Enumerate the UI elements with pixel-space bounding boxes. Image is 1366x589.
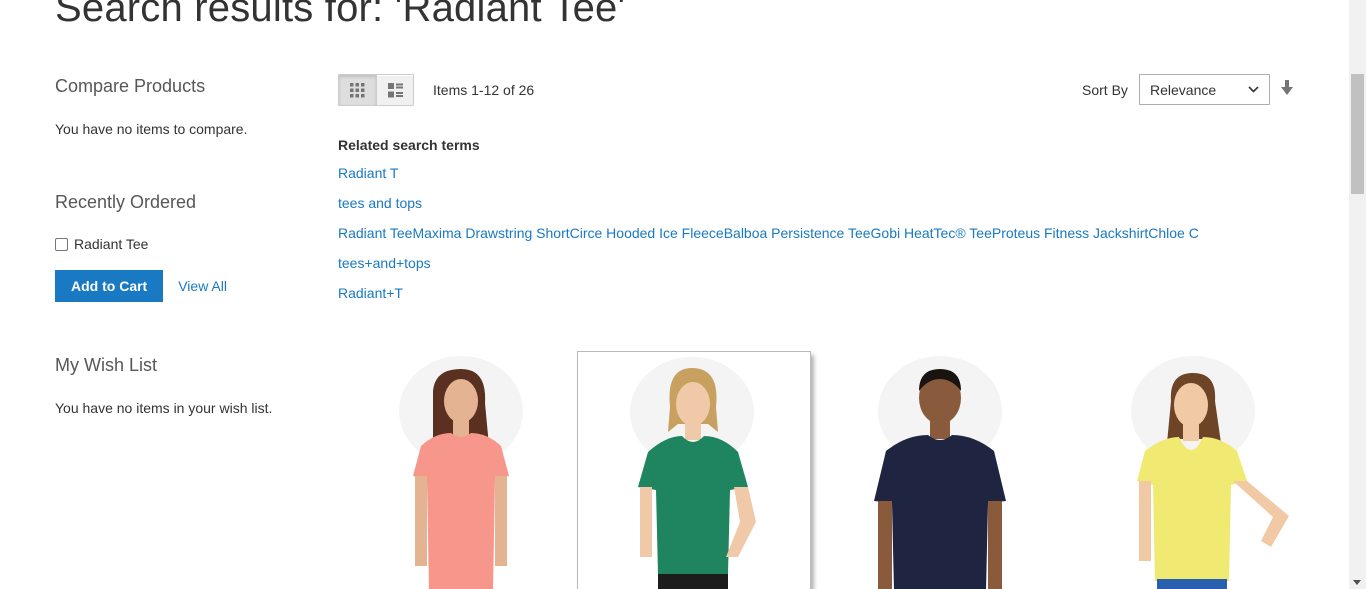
page-scrollbar[interactable] — [1349, 0, 1366, 589]
recently-ordered-actions: Add to Cart View All — [55, 270, 227, 302]
related-term-link[interactable]: tees and tops — [338, 195, 422, 211]
product-image[interactable] — [578, 352, 811, 589]
item-checkbox[interactable] — [55, 237, 68, 251]
sort-by-label: Sort By — [1082, 82, 1128, 98]
scroll-down-icon[interactable] — [1353, 580, 1361, 585]
product-image[interactable] — [343, 351, 577, 589]
sort-by-value: Relevance — [1150, 81, 1217, 98]
add-to-cart-button[interactable]: Add to Cart — [55, 270, 164, 302]
wishlist-empty-message: You have no items in your wish list. — [55, 400, 273, 416]
related-term: Radiant T — [338, 163, 1199, 193]
view-mode-switcher — [338, 74, 414, 106]
related-terms-title: Related search terms — [338, 137, 480, 153]
grid-icon — [350, 82, 365, 97]
compare-products-title: Compare Products — [55, 76, 206, 96]
recently-ordered-title: Recently Ordered — [55, 192, 197, 212]
related-terms-list: Radiant T tees and tops Radiant TeeMaxim… — [338, 163, 1199, 313]
related-term: Radiant TeeMaxima Drawstring ShortCirce … — [338, 223, 1199, 253]
recently-ordered-item[interactable]: Radiant Tee — [55, 236, 148, 252]
sort-by-select[interactable]: Relevance — [1139, 74, 1270, 105]
toolbar-amount: Items 1-12 of 26 — [433, 82, 535, 98]
related-term-link[interactable]: Radiant T — [338, 165, 398, 181]
related-term: tees+and+tops — [338, 253, 1199, 283]
chevron-down-icon — [1248, 86, 1259, 93]
related-term: Radiant+T — [338, 283, 1199, 313]
product-item[interactable] — [343, 351, 577, 589]
list-icon — [387, 82, 403, 97]
compare-empty-message: You have no items to compare. — [55, 121, 248, 137]
grid-mode-button[interactable] — [339, 75, 376, 105]
wishlist-title: My Wish List — [55, 355, 158, 375]
view-all-link[interactable]: View All — [178, 278, 227, 294]
recently-ordered-item-name: Radiant Tee — [74, 236, 149, 252]
related-term-link[interactable]: Radiant TeeMaxima Drawstring ShortCirce … — [338, 225, 1199, 241]
arrow-down-icon[interactable] — [1280, 80, 1294, 96]
product-item[interactable] — [577, 351, 811, 589]
related-term: tees and tops — [338, 193, 1199, 223]
product-item[interactable] — [822, 351, 1056, 589]
related-search-terms: Related search terms Radiant T tees and … — [338, 137, 1199, 313]
product-image[interactable] — [822, 351, 1056, 589]
scrollbar-thumb[interactable] — [1351, 74, 1364, 194]
product-image[interactable] — [1075, 351, 1309, 589]
related-term-link[interactable]: Radiant+T — [338, 285, 403, 301]
related-term-link[interactable]: tees+and+tops — [338, 255, 431, 271]
product-item[interactable] — [1075, 351, 1309, 589]
list-mode-button[interactable] — [376, 75, 413, 105]
page-title: Search results for: 'Radiant Tee' — [55, 0, 626, 30]
